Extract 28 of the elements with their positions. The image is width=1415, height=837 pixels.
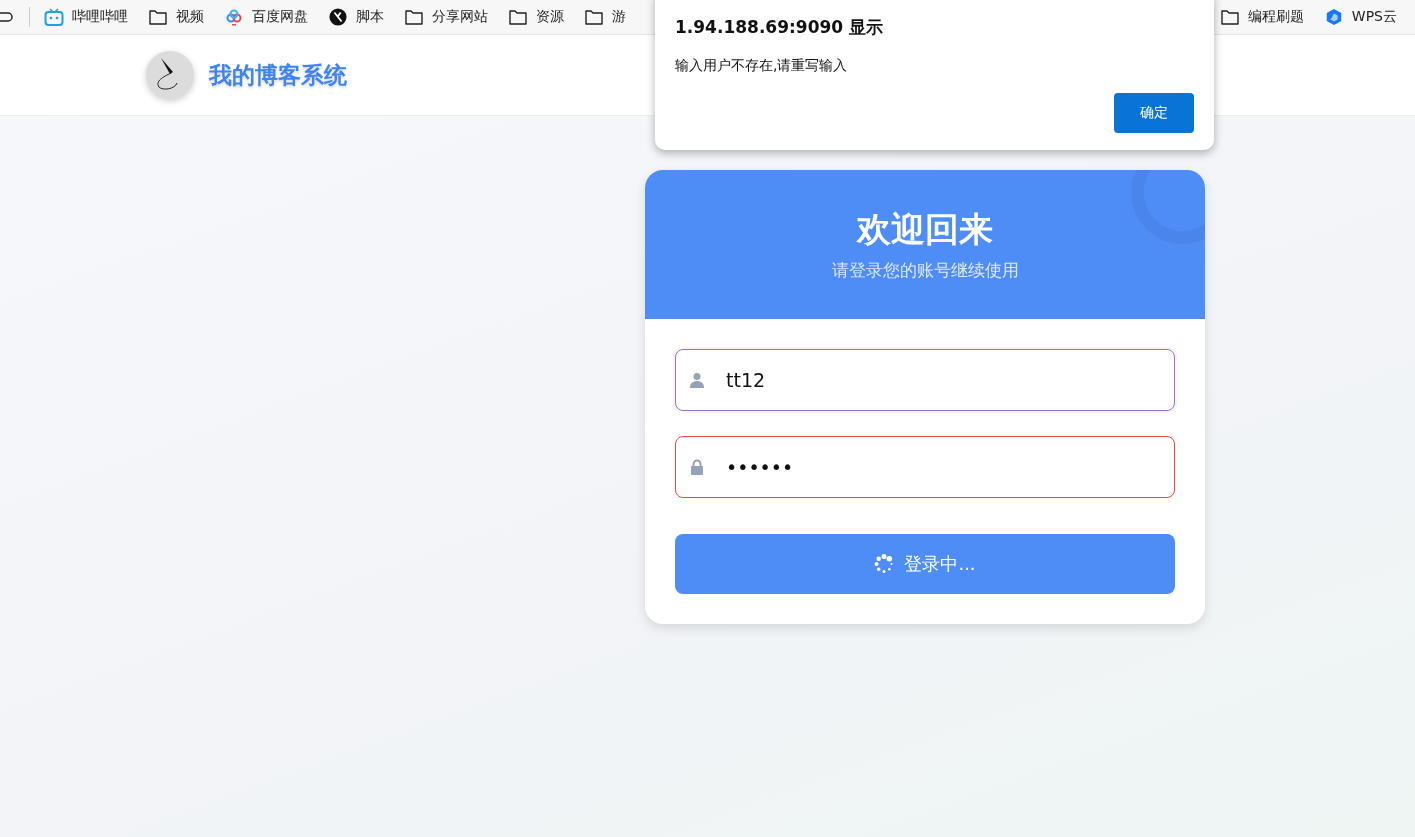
username-field[interactable]: tt12 [675,349,1175,411]
dialog-title: 1.94.188.69:9090 显示 [675,16,885,39]
bookmark[interactable]: 游 [578,8,632,26]
bookmark[interactable]: 视频 [142,8,210,26]
lock-icon [690,459,704,475]
folder-icon [404,8,424,26]
folder-icon [508,8,528,26]
folder-icon [148,8,168,26]
bookmark[interactable]: WPS云 [1317,8,1403,26]
folder-icon [1219,8,1240,26]
bookmark[interactable]: 编程刷题 [1213,8,1310,26]
bookmark[interactable]: 百度网盘 [218,8,314,26]
link-icon [0,10,14,24]
folder-icon [584,8,604,26]
bookmark[interactable]: 资源 [502,8,570,26]
tv-icon [44,8,64,26]
cloud-icon [224,8,244,26]
bookmark[interactable]: 哔哩哔哩 [38,8,134,26]
password-field[interactable]: •••••• [675,436,1175,498]
bookmark[interactable]: 脚本 [322,8,390,26]
site-title[interactable]: 我的博客系统 [209,59,347,91]
user-icon [690,372,704,388]
spinner-icon [874,554,895,574]
welcome-subtitle: 请登录您的账号继续使用 [831,259,1019,282]
ok-button[interactable]: 确定 [1114,93,1194,133]
bookmark[interactable]: 分享网站 [398,8,494,26]
dialog-message: 输入用户不存在,请重写输入 [675,57,849,75]
welcome-title: 欢迎回来 [857,208,993,251]
